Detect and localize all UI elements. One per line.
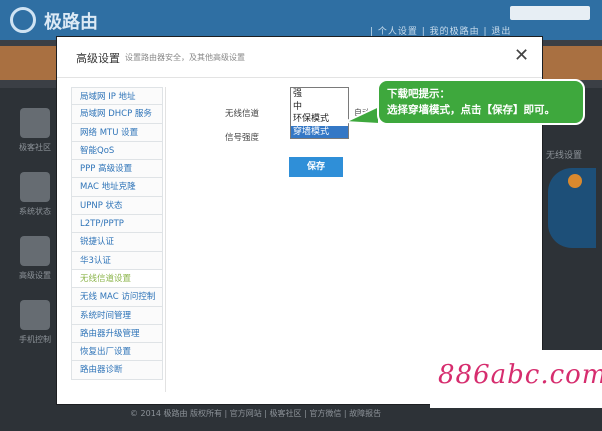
option-strong[interactable]: 强: [291, 88, 348, 101]
settings-nav: 局域网 IP 地址 局域网 DHCP 服务 网络 MTU 设置 智能QoS PP…: [71, 87, 163, 380]
nav-item-l2tp-pptp[interactable]: L2TP/PPTP: [71, 215, 163, 234]
dialog-title: 高级设置: [76, 52, 120, 65]
signal-strength-dropdown[interactable]: 强 中 环保模式 穿墙模式: [290, 87, 349, 139]
home-icon: [20, 108, 50, 138]
watermark-text: 886abc.com: [438, 360, 602, 390]
divider: [165, 87, 166, 392]
nav-item-factory-reset[interactable]: 恢复出厂设置: [71, 343, 163, 362]
nav-item-mtu[interactable]: 网络 MTU 设置: [71, 123, 163, 142]
tooltip-arrow: [345, 104, 379, 126]
sidebar-item-community: 极客社区: [10, 108, 60, 162]
app-title: 极路由: [44, 12, 98, 33]
nav-item-wireless-mac[interactable]: 无线 MAC 访问控制: [71, 288, 163, 307]
nav-item-lan-dhcp[interactable]: 局域网 DHCP 服务: [71, 105, 163, 124]
channel-label: 无线信道: [225, 109, 260, 119]
option-medium[interactable]: 中: [291, 101, 348, 114]
sidebar-item-label: 系统状态: [19, 207, 51, 216]
nav-item-wireless-channel[interactable]: 无线信道设置: [71, 269, 163, 289]
sidebar-item-status: 系统状态: [10, 172, 60, 226]
top-links: | 个人设置 | 我的极路由 | 退出: [370, 27, 512, 37]
nav-item-system-time[interactable]: 系统时间管理: [71, 306, 163, 325]
tooltip-line-1: 下载吧提示：: [387, 88, 450, 100]
nav-item-qos[interactable]: 智能QoS: [71, 141, 163, 161]
option-eco[interactable]: 环保模式: [291, 113, 348, 126]
logo-icon: [10, 7, 36, 33]
background-header: 极路由 | 个人设置 | 我的极路由 | 退出: [0, 0, 602, 40]
sidebar-item-advanced: 高级设置: [10, 236, 60, 290]
sidebar-item-label: 手机控制: [19, 335, 51, 344]
nav-item-ruijie-auth[interactable]: 锐捷认证: [71, 233, 163, 252]
tooltip-callout: 下载吧提示： 选择穿墙模式，点击【保存】即可。: [377, 79, 585, 125]
save-button[interactable]: 保存: [289, 157, 343, 177]
close-icon[interactable]: ✕: [514, 45, 529, 66]
sidebar-item-mobile: 手机控制: [10, 300, 60, 354]
dialog-header: 高级设置 设置路由器安全，及其他高级设置 ✕: [57, 37, 542, 78]
sidebar-item-label: 高级设置: [19, 271, 51, 280]
nav-item-upnp[interactable]: UPNP 状态: [71, 196, 163, 216]
dialog-subtitle: 设置路由器安全，及其他高级设置: [125, 53, 245, 62]
option-wall-penetration[interactable]: 穿墙模式: [291, 125, 348, 138]
tooltip-line-2: 选择穿墙模式，点击【保存】即可。: [387, 104, 555, 116]
nav-item-ppp[interactable]: PPP 高级设置: [71, 160, 163, 179]
nav-item-diagnostics[interactable]: 路由器诊断: [71, 361, 163, 380]
wireless-settings-label: 无线设置: [546, 151, 583, 161]
gear-icon: [20, 236, 50, 266]
signal-strength-label: 信号强度: [225, 133, 260, 143]
watermark: 886abc.com: [430, 350, 602, 408]
footer: © 2014 极路由 版权所有 | 官方网站 | 极客社区 | 官方微信 | 故…: [130, 409, 382, 418]
pulse-icon: [20, 172, 50, 202]
wireless-channel-panel: 无线信道 自动 信号强度 强 中 环保模式 穿墙模式 保存: [165, 87, 525, 392]
nav-item-lan-ip[interactable]: 局域网 IP 地址: [71, 87, 163, 106]
nav-item-h3c-auth[interactable]: 华3认证: [71, 251, 163, 270]
alert-badge: [568, 174, 582, 188]
phone-icon: [20, 300, 50, 330]
nav-item-mac-clone[interactable]: MAC 地址克隆: [71, 178, 163, 197]
search-input: [510, 6, 590, 20]
sidebar-item-label: 极客社区: [19, 143, 51, 152]
nav-item-firmware-upgrade[interactable]: 路由器升级管理: [71, 324, 163, 344]
